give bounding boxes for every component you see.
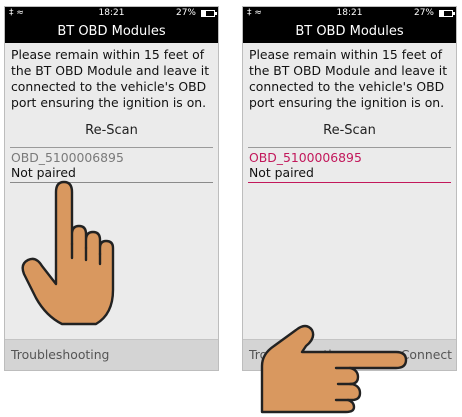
page-title: BT OBD Modules <box>243 21 456 43</box>
pointing-hand-icon <box>21 180 115 326</box>
pointing-hand-icon <box>260 324 408 414</box>
instructions-text: Please remain within 15 feet of the BT O… <box>11 47 210 110</box>
status-bar: ‡ ≈ 18:21 27% <box>5 7 218 21</box>
device-name: OBD_5100006895 <box>249 150 362 165</box>
instructions-text: Please remain within 15 feet of the BT O… <box>249 47 448 110</box>
connect-button[interactable]: Connect <box>401 340 452 370</box>
status-bar: ‡ ≈ 18:21 27% <box>243 7 456 21</box>
battery-icon <box>201 10 217 17</box>
troubleshooting-button[interactable]: Troubleshooting <box>11 340 109 370</box>
device-list-item[interactable]: OBD_5100006895 Not paired <box>5 148 218 180</box>
rescan-button[interactable]: Re-Scan <box>243 121 456 141</box>
battery-icon <box>439 10 455 17</box>
footer-bar: Troubleshooting <box>5 339 218 370</box>
device-status: Not paired <box>249 165 314 180</box>
rescan-button[interactable]: Re-Scan <box>5 121 218 141</box>
device-name: OBD_5100006895 <box>11 150 124 165</box>
device-list-item-selected[interactable]: OBD_5100006895 Not paired <box>243 148 456 180</box>
page-title: BT OBD Modules <box>5 21 218 43</box>
device-underline <box>248 182 451 183</box>
battery-percent: 27% <box>175 8 196 18</box>
battery-percent: 27% <box>413 8 434 18</box>
